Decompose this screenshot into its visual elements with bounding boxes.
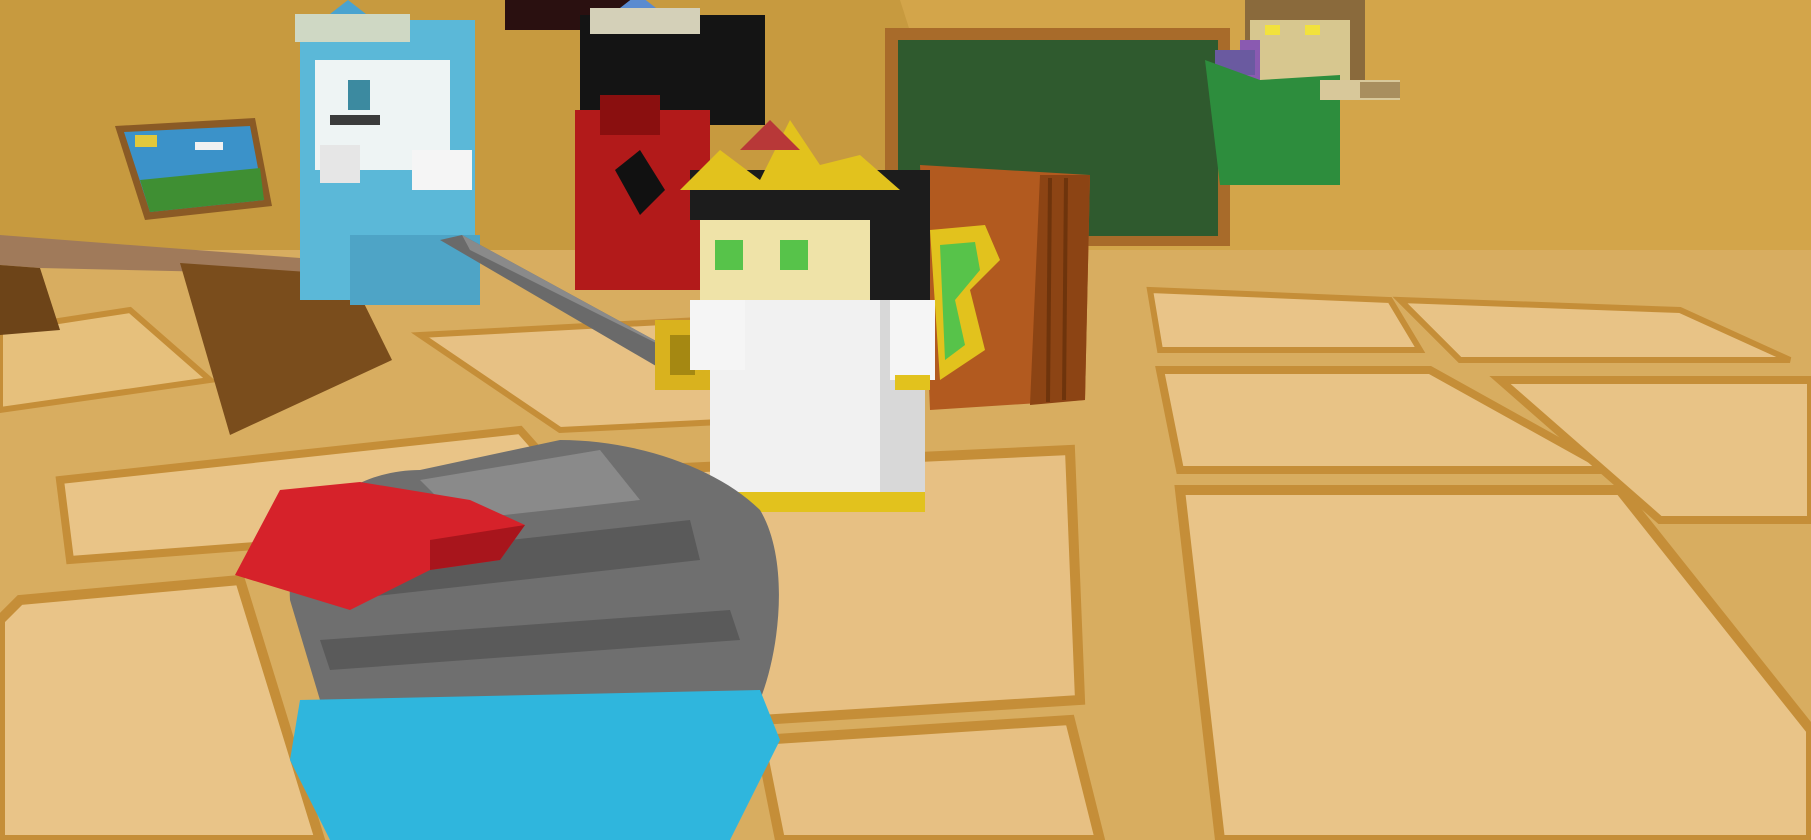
- white-robed-knight: [680, 120, 935, 512]
- game-viewport: [0, 0, 1811, 840]
- floor-tile: [753, 714, 1106, 840]
- blue-crowned-character: [295, 0, 480, 305]
- floor-tile: [1146, 286, 1426, 353]
